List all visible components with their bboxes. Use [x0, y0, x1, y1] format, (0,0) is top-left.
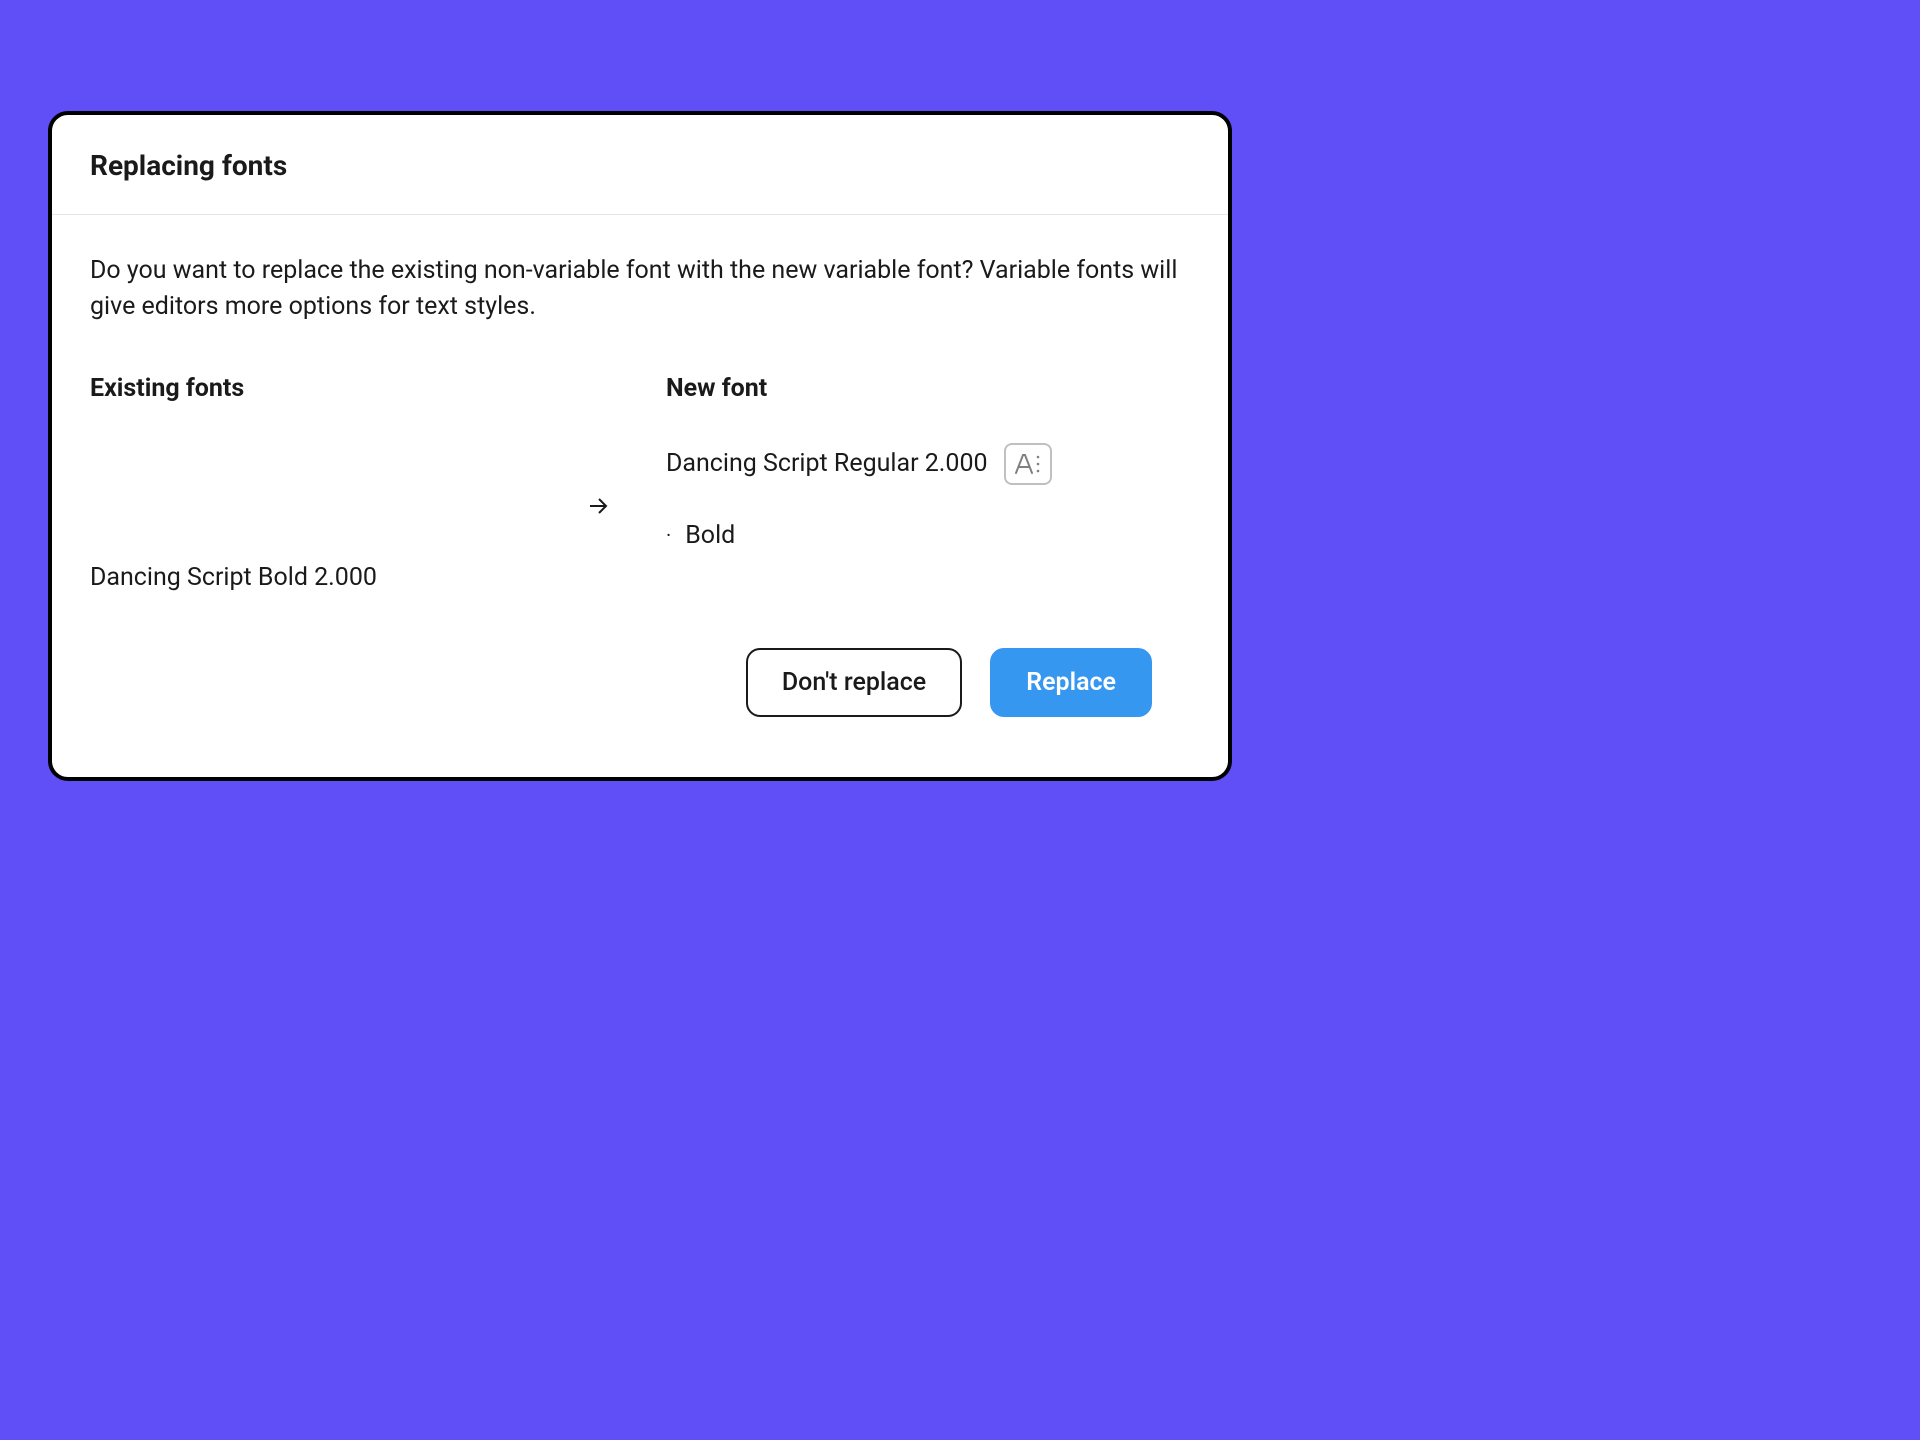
dialog-header: Replacing fonts	[52, 115, 1228, 215]
new-font-style-row: · Bold	[666, 521, 1190, 550]
existing-fonts-header: Existing fonts	[90, 374, 586, 403]
new-font-style: Bold	[685, 521, 735, 550]
dialog-description: Do you want to replace the existing non-…	[90, 253, 1190, 326]
dont-replace-button[interactable]: Don't replace	[746, 648, 962, 717]
arrow-right-icon	[586, 494, 610, 522]
new-font-row: Dancing Script Regular 2.000	[666, 443, 1190, 485]
arrow-column	[586, 374, 666, 522]
new-font-header: New font	[666, 374, 1190, 403]
bullet-icon: ·	[666, 523, 671, 547]
new-font-column: New font Dancing Script Regular 2.000	[666, 374, 1190, 550]
dialog-footer: Don't replace Replace	[90, 592, 1190, 747]
dialog-title: Replacing fonts	[90, 149, 1190, 182]
variable-font-icon	[1004, 443, 1052, 485]
replace-fonts-dialog: Replacing fonts Do you want to replace t…	[48, 111, 1232, 781]
dialog-body: Do you want to replace the existing non-…	[52, 215, 1228, 777]
replace-button[interactable]: Replace	[990, 648, 1152, 717]
existing-fonts-column: Existing fonts Dancing Script Bold 2.000	[90, 374, 586, 592]
font-columns: Existing fonts Dancing Script Bold 2.000…	[90, 374, 1190, 592]
existing-font-name: Dancing Script Bold 2.000	[90, 443, 586, 592]
new-font-name: Dancing Script Regular 2.000	[666, 449, 988, 478]
